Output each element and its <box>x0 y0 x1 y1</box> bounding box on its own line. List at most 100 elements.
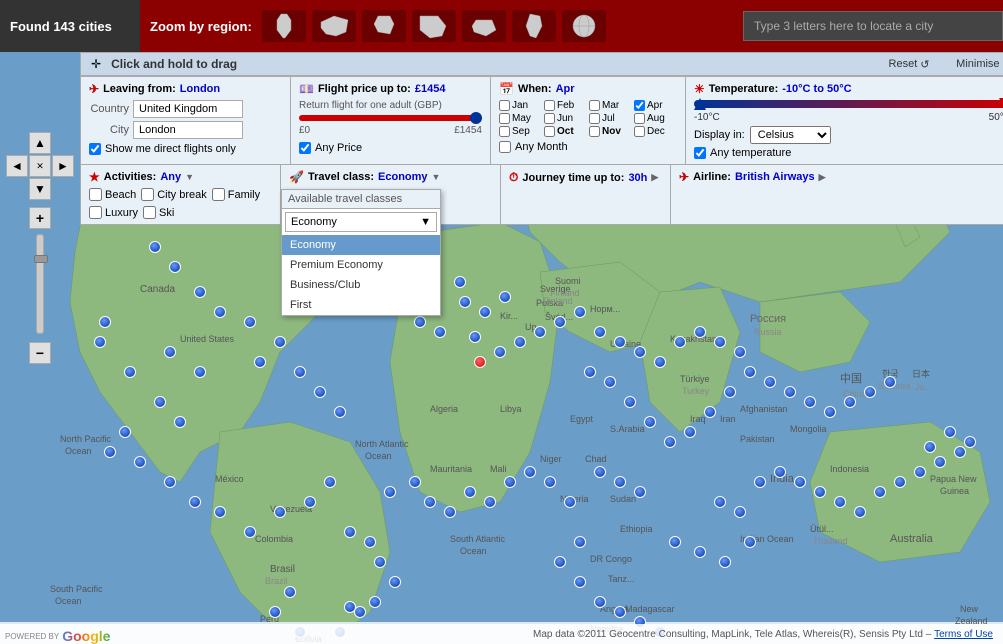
city-dot[interactable] <box>364 536 376 548</box>
city-dot[interactable] <box>584 366 596 378</box>
city-dot[interactable] <box>194 286 206 298</box>
city-dot[interactable] <box>834 496 846 508</box>
city-dot[interactable] <box>314 386 326 398</box>
city-dot[interactable] <box>674 336 686 348</box>
month-checkbox-jan[interactable] <box>499 100 510 111</box>
region-africa[interactable] <box>262 10 306 42</box>
city-dot[interactable] <box>564 496 576 508</box>
city-dot[interactable] <box>244 526 256 538</box>
city-dot[interactable] <box>384 486 396 498</box>
city-dot[interactable] <box>414 316 426 328</box>
month-checkbox-aug[interactable] <box>634 113 645 124</box>
city-dot[interactable] <box>634 346 646 358</box>
temp-thumb-right[interactable] <box>999 98 1003 110</box>
city-dot[interactable] <box>594 326 606 338</box>
journey-arrow[interactable]: ▶ <box>651 172 658 183</box>
city-dot[interactable] <box>94 336 106 348</box>
city-dot[interactable] <box>604 376 616 388</box>
city-dot[interactable] <box>894 476 906 488</box>
minimise-button[interactable]: Minimise − <box>956 58 1003 70</box>
city-dot[interactable] <box>744 366 756 378</box>
airline-arrow[interactable]: ▶ <box>819 172 826 183</box>
city-dot[interactable] <box>884 376 896 388</box>
city-dot[interactable] <box>694 326 706 338</box>
city-dot[interactable] <box>704 406 716 418</box>
city-dot[interactable] <box>479 306 491 318</box>
city-dot[interactable] <box>814 486 826 498</box>
city-dot[interactable] <box>434 326 446 338</box>
city-dot[interactable] <box>664 436 676 448</box>
city-dot[interactable] <box>464 486 476 498</box>
city-dot[interactable] <box>824 406 836 418</box>
city-dot[interactable] <box>354 606 366 618</box>
pan-right-button[interactable]: ► <box>52 155 74 177</box>
city-dot[interactable] <box>189 496 201 508</box>
activities-arrow[interactable]: ▼ <box>185 172 194 182</box>
city-dot[interactable] <box>424 496 436 508</box>
city-dot[interactable] <box>654 356 666 368</box>
city-dot[interactable] <box>389 576 401 588</box>
city-dot[interactable] <box>624 396 636 408</box>
city-dot[interactable] <box>594 466 606 478</box>
city-dot[interactable] <box>269 606 281 618</box>
month-checkbox-sep[interactable] <box>499 126 510 137</box>
region-oceania[interactable] <box>462 10 506 42</box>
month-checkbox-mar[interactable] <box>589 100 600 111</box>
city-dot[interactable] <box>614 336 626 348</box>
city-dot[interactable] <box>614 606 626 618</box>
city-dot[interactable] <box>694 546 706 558</box>
pan-left-button[interactable]: ◄ <box>6 155 28 177</box>
city-dot[interactable] <box>134 456 146 468</box>
activity-checkbox-ski[interactable] <box>143 206 156 219</box>
zoom-in-button[interactable]: + <box>29 207 51 229</box>
drag-bar[interactable]: ✛ Click and hold to drag Reset ↺ Minimis… <box>80 52 1003 76</box>
travel-class-dropdown[interactable]: Available travel classes Economy ▼ Econo… <box>281 189 441 316</box>
city-dot[interactable] <box>149 241 161 253</box>
city-dot[interactable] <box>214 506 226 518</box>
activity-checkbox-family[interactable] <box>212 188 225 201</box>
city-dot[interactable] <box>324 476 336 488</box>
zoom-slider[interactable] <box>36 234 44 334</box>
city-dot[interactable] <box>534 326 546 338</box>
month-checkbox-oct[interactable] <box>544 126 555 137</box>
direct-flights-checkbox[interactable] <box>89 143 101 155</box>
activity-checkbox-beach[interactable] <box>89 188 102 201</box>
city-dot[interactable] <box>499 291 511 303</box>
month-checkbox-may[interactable] <box>499 113 510 124</box>
city-dot[interactable] <box>344 526 356 538</box>
city-dot[interactable] <box>104 446 116 458</box>
city-dot[interactable] <box>874 486 886 498</box>
travel-option-premium-economy[interactable]: Premium Economy <box>282 255 440 275</box>
city-dot[interactable] <box>504 476 516 488</box>
month-checkbox-jun[interactable] <box>544 113 555 124</box>
region-world[interactable] <box>562 10 606 42</box>
city-input[interactable] <box>133 121 243 139</box>
city-dot[interactable] <box>514 336 526 348</box>
city-dot[interactable] <box>644 416 656 428</box>
activity-checkbox-luxury[interactable] <box>89 206 102 219</box>
city-dot[interactable] <box>944 426 956 438</box>
city-dot[interactable] <box>844 396 856 408</box>
city-dot[interactable] <box>119 426 131 438</box>
city-dot[interactable] <box>294 366 306 378</box>
city-dot[interactable] <box>244 316 256 328</box>
travel-option-economy[interactable]: Economy <box>282 235 440 255</box>
city-dot[interactable] <box>544 476 556 488</box>
temp-thumb-left[interactable] <box>694 98 706 110</box>
city-dot[interactable] <box>734 506 746 518</box>
month-checkbox-jul[interactable] <box>589 113 600 124</box>
city-dot[interactable] <box>169 261 181 273</box>
city-dot[interactable] <box>334 406 346 418</box>
city-dot[interactable] <box>444 506 456 518</box>
dropdown-select[interactable]: Economy ▼ <box>285 212 437 232</box>
city-dot[interactable] <box>174 416 186 428</box>
travel-option-first[interactable]: First <box>282 295 440 315</box>
city-dot[interactable] <box>964 436 976 448</box>
city-dot[interactable] <box>724 386 736 398</box>
region-asia[interactable] <box>312 10 356 42</box>
city-dot[interactable] <box>99 316 111 328</box>
city-dot[interactable] <box>574 306 586 318</box>
terms-link[interactable]: Terms of Use <box>934 629 993 640</box>
city-dot[interactable] <box>214 306 226 318</box>
city-dot[interactable] <box>574 536 586 548</box>
